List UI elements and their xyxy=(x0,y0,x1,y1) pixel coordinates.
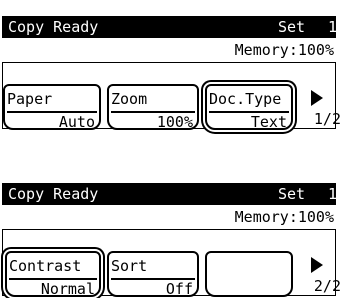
set-label: Set xyxy=(278,18,306,36)
right-arrow-icon xyxy=(311,90,323,106)
paper-label: Paper xyxy=(7,90,53,108)
copy-count: 1 xyxy=(328,18,338,36)
copier-screen-page-2: Copy Ready Set 1 Memory:100% Contrast No… xyxy=(0,167,342,298)
zoom-button[interactable]: Zoom 100% xyxy=(107,84,199,131)
next-page-button[interactable]: 2/2 xyxy=(305,255,341,295)
page-indicator: 2/2 xyxy=(313,277,341,295)
copier-screen-page-1: Copy Ready Set 1 Memory:100% Paper Auto … xyxy=(0,0,342,131)
sort-button[interactable]: Sort Off xyxy=(107,251,199,298)
zoom-label: Zoom xyxy=(111,90,148,108)
memory-indicator: Memory:100% xyxy=(234,208,334,226)
copy-count: 1 xyxy=(328,185,338,203)
contrast-value: Normal xyxy=(40,280,95,298)
doc-type-label: Doc.Type xyxy=(209,90,282,108)
set-label: Set xyxy=(278,185,306,203)
memory-indicator: Memory:100% xyxy=(234,41,334,59)
empty-button[interactable] xyxy=(205,251,293,297)
paper-value: Auto xyxy=(58,113,95,131)
zoom-value: 100% xyxy=(156,113,193,131)
doc-type-value: Text xyxy=(250,113,287,131)
status-bar: Copy Ready Set 1 xyxy=(2,16,338,38)
status-bar: Copy Ready Set 1 xyxy=(2,183,338,205)
right-arrow-icon xyxy=(311,257,323,273)
next-page-button[interactable]: 1/2 xyxy=(305,88,341,128)
page-indicator: 1/2 xyxy=(313,110,341,128)
sort-label: Sort xyxy=(111,257,148,275)
contrast-button[interactable]: Contrast Normal xyxy=(5,251,101,298)
contrast-label: Contrast xyxy=(9,257,82,275)
sort-value: Off xyxy=(165,280,193,298)
doc-type-button[interactable]: Doc.Type Text xyxy=(205,84,293,131)
status-text: Copy Ready xyxy=(8,18,99,36)
paper-button[interactable]: Paper Auto xyxy=(3,84,101,131)
status-text: Copy Ready xyxy=(8,185,99,203)
